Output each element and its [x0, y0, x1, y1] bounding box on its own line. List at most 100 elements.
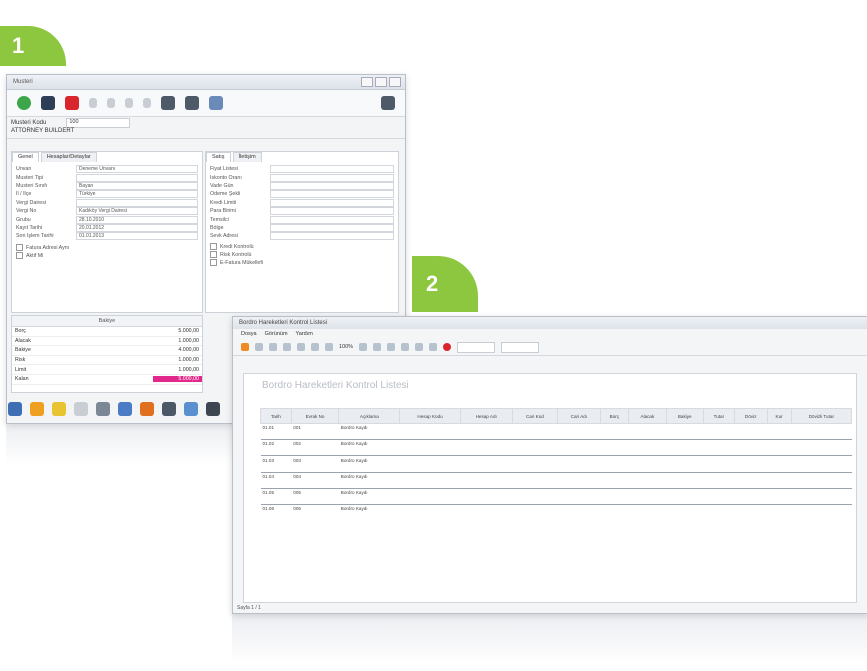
last-page-icon[interactable]: [401, 343, 410, 351]
zoom-out-icon[interactable]: [325, 343, 333, 351]
table-cell: [400, 448, 460, 456]
right-field-input[interactable]: [270, 165, 394, 174]
left-field-input[interactable]: Türkiye: [76, 190, 198, 199]
table-cell: Bordro Kaydı: [338, 487, 400, 497]
add-icon[interactable]: [17, 96, 31, 110]
right-field-label: İskonto Oranı: [210, 174, 242, 181]
table-cell: [791, 496, 851, 504]
right-field-input[interactable]: [270, 215, 394, 224]
right-field-input[interactable]: [270, 181, 394, 190]
step-1-badge: 1: [0, 26, 66, 66]
right-field-input[interactable]: [270, 207, 394, 216]
tab-accounts[interactable]: Hesaplar/Detaylar: [40, 152, 97, 162]
menu-file[interactable]: Dosya: [241, 331, 257, 337]
save-icon[interactable]: [255, 343, 263, 351]
table-cell: [734, 448, 767, 456]
stop-icon[interactable]: [443, 343, 452, 351]
search-input[interactable]: [501, 341, 540, 353]
column-header[interactable]: Kur: [766, 408, 792, 424]
table-row: 01.06 006 Bordro Kaydı: [260, 503, 852, 513]
column-header[interactable]: Cari Kod: [511, 408, 559, 424]
previous-record-icon[interactable]: [107, 98, 115, 108]
right-field-input[interactable]: [270, 223, 394, 232]
column-header[interactable]: Tutar: [702, 408, 735, 424]
left-field-input[interactable]: Kadıköy Vergi Dairesi: [76, 207, 198, 216]
print-icon[interactable]: [269, 343, 277, 351]
left-field-input[interactable]: 28.10.2010: [76, 215, 198, 224]
module-icon-2[interactable]: [30, 402, 44, 416]
report-toolbar: 100%: [233, 339, 867, 356]
table-cell: [512, 455, 558, 464]
module-icon-6[interactable]: [118, 402, 132, 416]
table-cell: [703, 439, 735, 448]
module-icon-9[interactable]: [184, 402, 198, 416]
print-icon[interactable]: [185, 96, 199, 110]
module-icon-5[interactable]: [96, 402, 110, 416]
column-header[interactable]: Hesap Adı: [459, 408, 513, 424]
left-field-input[interactable]: 20.01.2012: [76, 223, 198, 232]
column-header[interactable]: Borç: [599, 408, 630, 424]
left-field-input[interactable]: [76, 198, 198, 207]
minimize-button[interactable]: [361, 77, 373, 87]
export-icon[interactable]: [415, 343, 424, 351]
left-checkbox[interactable]: Aktif Mi: [12, 252, 202, 260]
right-field-input[interactable]: [270, 232, 394, 241]
column-header[interactable]: Evrak No: [290, 408, 340, 424]
left-field-input[interactable]: [76, 173, 198, 182]
right-checkbox[interactable]: E-Fatura Mükellefi: [206, 259, 398, 267]
left-checkbox[interactable]: Fatura Adresi Aynı: [12, 244, 202, 252]
page-input[interactable]: [457, 341, 496, 353]
customer-code-input[interactable]: 100: [66, 117, 131, 128]
left-field-row: Vergi Dairesi: [12, 198, 202, 207]
module-icon-3[interactable]: [52, 402, 66, 416]
menu-view[interactable]: Görünüm: [265, 331, 288, 337]
column-header[interactable]: Açıklama: [338, 408, 401, 424]
column-header[interactable]: Dövizli Tutar: [790, 408, 853, 424]
find-icon[interactable]: [297, 343, 305, 351]
copy-icon[interactable]: [283, 343, 291, 351]
mail-icon[interactable]: [429, 343, 438, 351]
module-icon-8[interactable]: [162, 402, 176, 416]
right-checkbox[interactable]: Kredi Kontrolü: [206, 243, 398, 251]
module-icon-bar: [8, 402, 220, 416]
save-icon[interactable]: [41, 96, 55, 110]
close-button[interactable]: [389, 77, 401, 87]
column-header[interactable]: Bakiye: [665, 408, 704, 424]
first-record-icon[interactable]: [89, 98, 97, 108]
left-field-input[interactable]: 01.01.2013: [76, 232, 198, 241]
user-icon[interactable]: [209, 96, 223, 110]
right-checkbox[interactable]: Risk Kontrolü: [206, 251, 398, 259]
table-cell: [460, 503, 513, 513]
calculator-icon[interactable]: [381, 96, 395, 110]
column-header[interactable]: Tarih: [260, 408, 292, 424]
delete-icon[interactable]: [65, 96, 79, 110]
module-icon-4[interactable]: [74, 402, 88, 416]
menu-help[interactable]: Yardım: [296, 331, 313, 337]
column-header[interactable]: Cari Adı: [557, 408, 601, 424]
left-field-input[interactable]: Bayan: [76, 181, 198, 190]
module-icon-7[interactable]: [140, 402, 154, 416]
prev-page-icon[interactable]: [373, 343, 382, 351]
zoom-level[interactable]: 100%: [339, 344, 353, 350]
right-field-input[interactable]: [270, 190, 394, 199]
tab-general[interactable]: Genel: [12, 152, 39, 162]
column-header[interactable]: Hesap Kodu: [399, 408, 461, 424]
next-page-icon[interactable]: [387, 343, 396, 351]
right-field-input[interactable]: [270, 173, 394, 182]
module-icon-10[interactable]: [206, 402, 220, 416]
zoom-in-icon[interactable]: [311, 343, 319, 351]
first-page-icon[interactable]: [359, 343, 368, 351]
open-icon[interactable]: [241, 343, 249, 351]
column-header[interactable]: Döviz: [733, 408, 768, 424]
next-record-icon[interactable]: [125, 98, 133, 108]
document-icon[interactable]: [161, 96, 175, 110]
last-record-icon[interactable]: [143, 98, 151, 108]
module-icon-1[interactable]: [8, 402, 22, 416]
left-field-input[interactable]: Deneme Unvanı: [76, 165, 198, 174]
column-header[interactable]: Alacak: [628, 408, 667, 424]
tab-sales[interactable]: Satış: [206, 152, 231, 162]
tab-contact[interactable]: İletişim: [232, 152, 262, 162]
right-field-input[interactable]: [270, 198, 394, 207]
table-cell: [460, 455, 513, 464]
maximize-button[interactable]: [375, 77, 387, 87]
